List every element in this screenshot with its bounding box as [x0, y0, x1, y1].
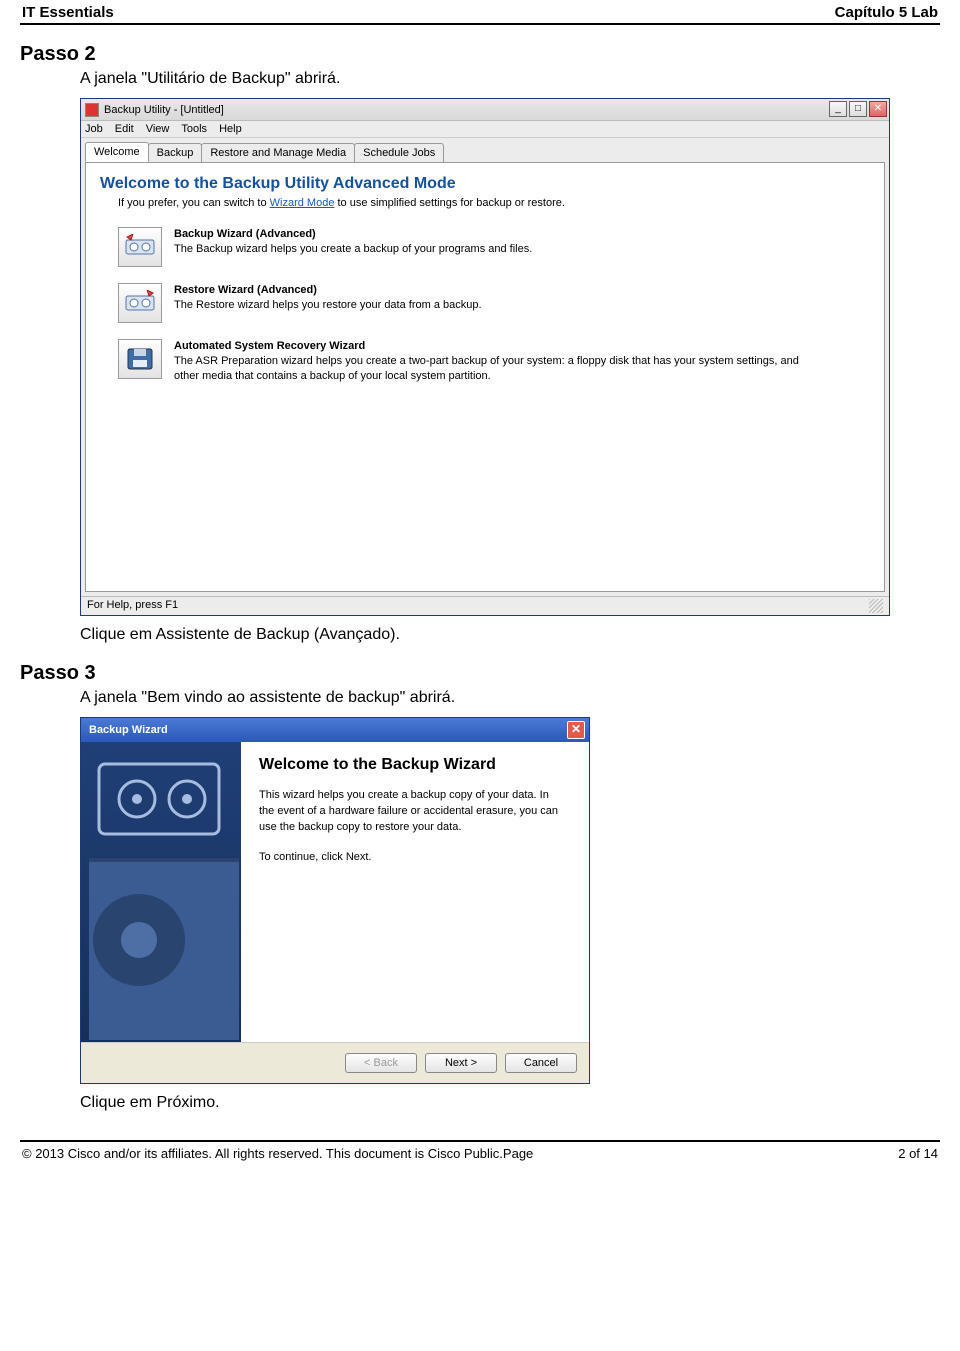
- doc-footer-left: © 2013 Cisco and/or its affiliates. All …: [22, 1146, 533, 1161]
- back-button[interactable]: < Back: [345, 1053, 417, 1073]
- wizard-title-text: Backup Wizard: [89, 724, 168, 736]
- tape-graphic-icon: [89, 750, 239, 1040]
- backup-utility-window: Backup Utility - [Untitled] _ □ ✕ Job Ed…: [80, 98, 890, 616]
- wizard-para1: This wizard helps you create a backup co…: [259, 788, 559, 836]
- intro-prefix: If you prefer, you can switch to: [118, 197, 270, 209]
- restore-wizard-button[interactable]: [118, 283, 162, 323]
- welcome-heading: Welcome to the Backup Utility Advanced M…: [100, 175, 870, 193]
- step3-text2: Clique em Próximo.: [80, 1094, 940, 1112]
- wizard-close-button[interactable]: ✕: [567, 721, 585, 739]
- utility-title-text: Backup Utility - [Untitled]: [104, 104, 224, 116]
- step2-heading: Passo 2: [20, 43, 940, 66]
- menu-help[interactable]: Help: [219, 123, 242, 135]
- menu-tools[interactable]: Tools: [181, 123, 207, 135]
- wizard-content: Welcome to the Backup Wizard This wizard…: [241, 742, 589, 1042]
- wizard-mode-link[interactable]: Wizard Mode: [270, 197, 335, 209]
- backup-wizard-title: Backup Wizard (Advanced): [174, 227, 532, 242]
- asr-wizard-desc: The ASR Preparation wizard helps you cre…: [174, 355, 799, 382]
- document-header: IT Essentials Capítulo 5 Lab: [20, 0, 940, 25]
- step2-text1: A janela "Utilitário de Backup" abrirá.: [80, 70, 940, 88]
- welcome-tab-panel: Welcome to the Backup Utility Advanced M…: [85, 162, 885, 592]
- backup-wizard-dialog: Backup Wizard ✕ Welcome to the Backup Wi…: [80, 717, 590, 1084]
- restore-wizard-desc: The Restore wizard helps you restore you…: [174, 299, 482, 311]
- restore-wizard-title: Restore Wizard (Advanced): [174, 283, 482, 298]
- resize-grip-icon[interactable]: [869, 599, 883, 613]
- app-icon: [85, 103, 99, 117]
- floppy-disk-icon: [125, 346, 155, 372]
- step3-heading: Passo 3: [20, 662, 940, 685]
- doc-footer-right: 2 of 14: [898, 1146, 938, 1161]
- backup-wizard-desc: The Backup wizard helps you create a bac…: [174, 243, 532, 255]
- doc-header-right: Capítulo 5 Lab: [835, 4, 938, 21]
- welcome-intro: If you prefer, you can switch to Wizard …: [118, 197, 870, 209]
- asr-wizard-title: Automated System Recovery Wizard: [174, 339, 814, 354]
- doc-header-left: IT Essentials: [22, 4, 114, 21]
- step2-text2: Clique em Assistente de Backup (Avançado…: [80, 626, 940, 644]
- maximize-button[interactable]: □: [849, 101, 867, 117]
- utility-tabstrip: Welcome Backup Restore and Manage Media …: [81, 138, 889, 162]
- option-asr-wizard: Automated System Recovery Wizard The ASR…: [118, 339, 870, 384]
- cancel-button[interactable]: Cancel: [505, 1053, 577, 1073]
- utility-title-bar[interactable]: Backup Utility - [Untitled] _ □ ✕: [81, 99, 889, 121]
- wizard-para2: To continue, click Next.: [259, 850, 559, 866]
- intro-suffix: to use simplified settings for backup or…: [334, 197, 565, 209]
- asr-wizard-button[interactable]: [118, 339, 162, 379]
- menu-edit[interactable]: Edit: [115, 123, 134, 135]
- backup-wizard-button[interactable]: [118, 227, 162, 267]
- option-backup-wizard: Backup Wizard (Advanced) The Backup wiza…: [118, 227, 870, 267]
- wizard-heading: Welcome to the Backup Wizard: [259, 756, 571, 774]
- minimize-button[interactable]: _: [829, 101, 847, 117]
- wizard-title-bar[interactable]: Backup Wizard ✕: [81, 718, 589, 742]
- wizard-sidebar-graphic: [81, 742, 241, 1042]
- document-footer: © 2013 Cisco and/or its affiliates. All …: [20, 1140, 940, 1171]
- option-restore-wizard: Restore Wizard (Advanced) The Restore wi…: [118, 283, 870, 323]
- utility-menubar: Job Edit View Tools Help: [81, 121, 889, 138]
- menu-view[interactable]: View: [146, 123, 170, 135]
- tape-drive-icon: [125, 290, 155, 316]
- status-text: For Help, press F1: [87, 599, 178, 613]
- tab-schedule[interactable]: Schedule Jobs: [354, 143, 444, 162]
- menu-job[interactable]: Job: [85, 123, 103, 135]
- close-button[interactable]: ✕: [869, 101, 887, 117]
- tape-drive-icon: [125, 234, 155, 260]
- tab-welcome[interactable]: Welcome: [85, 142, 149, 162]
- next-button[interactable]: Next >: [425, 1053, 497, 1073]
- status-bar: For Help, press F1: [81, 596, 889, 615]
- step3-text1: A janela "Bem vindo ao assistente de bac…: [80, 689, 940, 707]
- tab-restore[interactable]: Restore and Manage Media: [201, 143, 355, 162]
- wizard-button-bar: < Back Next > Cancel: [81, 1042, 589, 1083]
- tab-backup[interactable]: Backup: [148, 143, 203, 162]
